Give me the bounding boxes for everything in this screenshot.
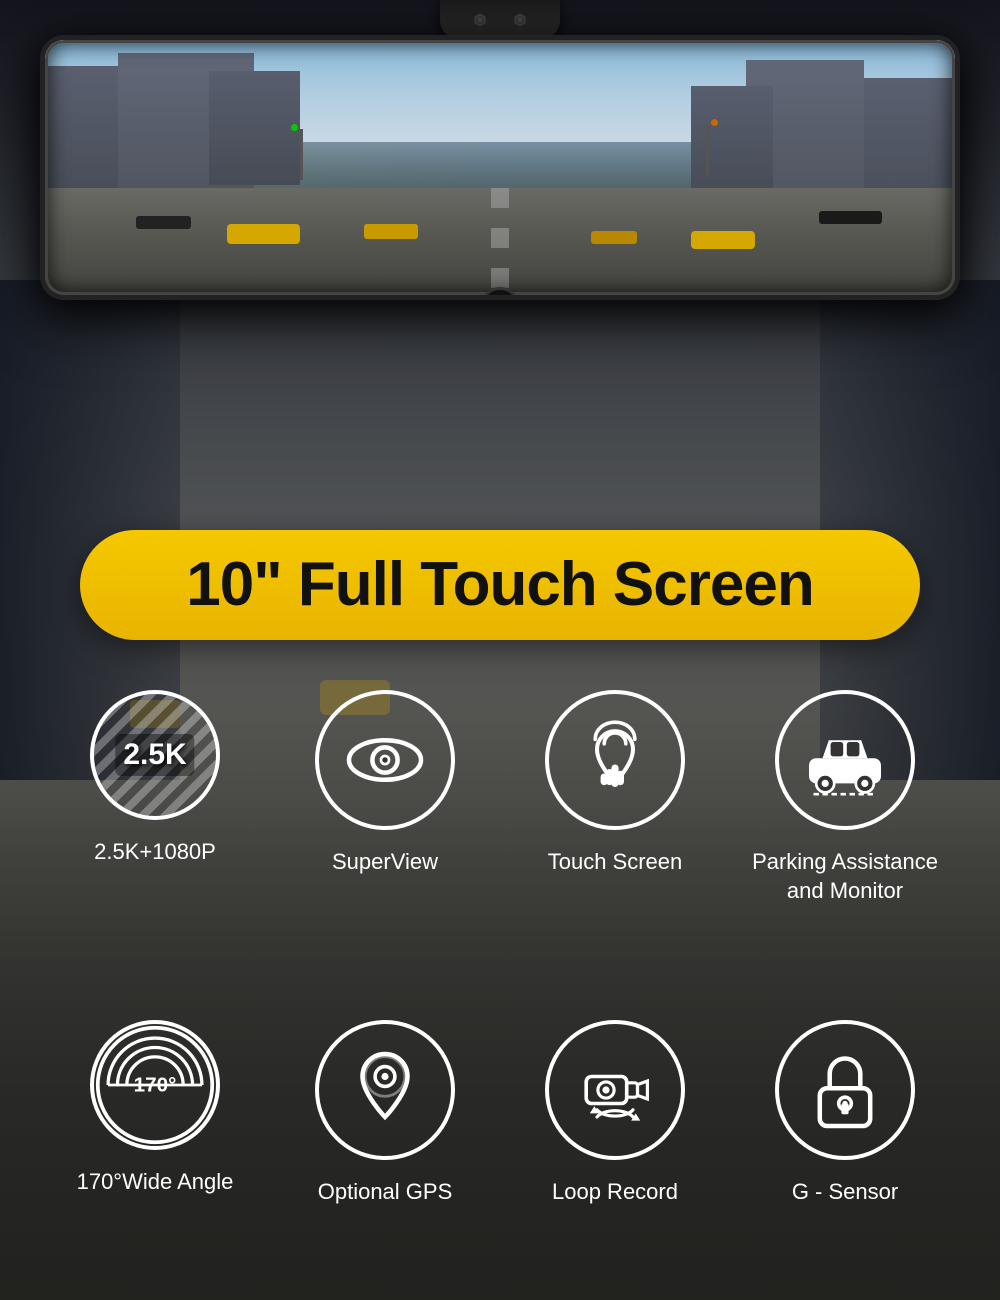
car-icon [800,715,890,805]
icon-parking-circle [775,690,915,830]
eye-icon [340,715,430,805]
icon-superview-circle [315,690,455,830]
mirror-device [40,35,960,300]
gps-icon [340,1045,430,1135]
feature-label-gsensor: G - Sensor [792,1178,898,1207]
cam-car-dark-2 [819,211,883,224]
feature-label-gps: Optional GPS [318,1178,453,1207]
icon-gsensor-circle [775,1020,915,1160]
feature-item-gsensor: G - Sensor [745,1020,945,1207]
cam-car-dark-1 [136,216,191,229]
feature-label-25k: 2.5K+1080P [94,838,216,867]
feature-item-wideangle: 170° 170°Wide Angle [55,1020,255,1197]
feature-item-superview: SuperView [285,690,485,877]
cam-traffic-pole-2 [706,124,709,175]
icon-gps-circle [315,1020,455,1160]
icon-25k: 2.5K [90,690,220,820]
wideangle-icon: 170° [94,1020,216,1150]
icon-loop-circle [545,1020,685,1160]
feature-item-gps: Optional GPS [285,1020,485,1207]
banner-text: 10" Full Touch Screen [186,554,813,616]
feature-item-parking: Parking Assistance and Monitor [745,690,945,905]
cam-building-right3 [691,86,773,198]
cam-building-left3 [209,71,300,186]
features-row-1: 2.5K 2.5K+1080P SuperView [0,690,1000,905]
feature-item-loop: Loop Record [515,1020,715,1207]
mirror-mount [440,0,560,40]
cam-traffic-light-1 [291,124,298,131]
mirror-section [0,0,1000,320]
cam-taxi-3 [691,231,755,249]
yellow-banner: 10" Full Touch Screen [80,530,920,640]
feature-label-touchscreen: Touch Screen [548,848,683,877]
cam-traffic-pole-1 [300,129,303,180]
rear-camera [485,287,515,300]
touch-icon [570,715,660,805]
mount-dot-left [474,14,486,26]
cam-taxi-2 [364,224,419,239]
feature-item-touchscreen: Touch Screen [515,690,715,877]
feature-label-parking: Parking Assistance and Monitor [752,848,938,905]
features-row-2: 170° 170°Wide Angle Optio [0,1020,1000,1207]
cam-road-line-center [491,188,509,295]
feature-label-wideangle: 170°Wide Angle [77,1168,234,1197]
icon-170: 170° [90,1020,220,1150]
feature-label-loop: Loop Record [552,1178,678,1207]
feature-label-superview: SuperView [332,848,438,877]
page-wrapper: 10" Full Touch Screen 2.5K 2.5K+1080P [0,0,1000,1300]
screen-content [45,40,955,295]
mount-dot-right [514,14,526,26]
feature-item-25k: 2.5K 2.5K+1080P [55,690,255,867]
cam-taxi-1 [227,224,300,244]
icon-25k-label: 2.5K [115,734,194,776]
cam-taxi-4 [591,231,637,244]
lock-icon [800,1045,890,1135]
loop-icon [570,1045,660,1135]
icon-touchscreen-circle [545,690,685,830]
